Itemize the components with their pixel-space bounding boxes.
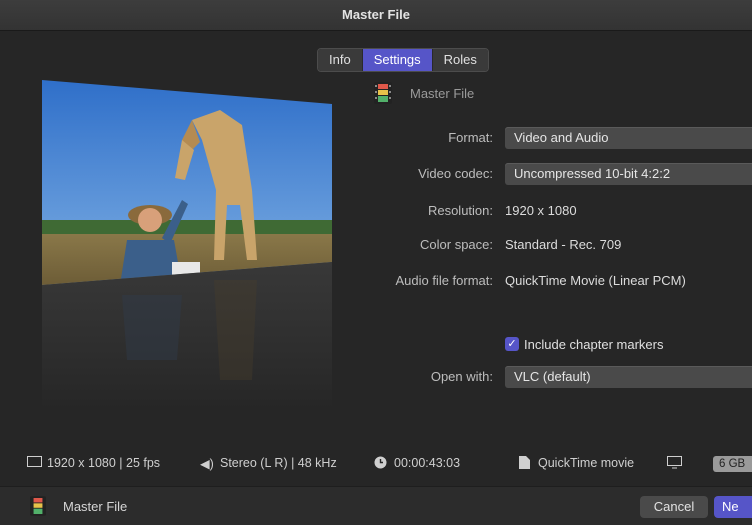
chapter-markers-checkbox[interactable]: ✓ (505, 337, 519, 351)
video-codec-popup[interactable]: Uncompressed 10-bit 4:2:2 (505, 163, 752, 185)
open-with-label: Open with: (430, 369, 493, 384)
chapter-markers-label: Include chapter markers (524, 337, 664, 352)
next-button[interactable]: Ne (714, 496, 752, 518)
video-codec-label: Video codec: (418, 166, 493, 181)
footer-bar: Master File Cancel Ne (0, 486, 752, 525)
preview-thumbnail (42, 80, 332, 410)
tab-info[interactable]: Info (318, 49, 362, 71)
speaker-icon: ◀) (200, 457, 214, 471)
audio-format-label: Audio file format: (395, 273, 493, 288)
format-popup[interactable]: Video and Audio (505, 127, 752, 149)
resolution-label: Resolution: (427, 203, 493, 218)
open-with-popup[interactable]: VLC (default) (505, 366, 752, 388)
preset-header: Master File (374, 82, 474, 104)
film-strip-icon (30, 496, 46, 521)
video-summary: 1920 x 1080 | 25 fps (47, 456, 161, 470)
tab-settings[interactable]: Settings (361, 49, 432, 71)
format-label: Format: (448, 130, 493, 145)
file-size-badge: 6 GB (713, 456, 752, 472)
clock-icon (374, 456, 387, 472)
audio-summary: Stereo (L R) | 48 kHz (220, 456, 337, 470)
color-space-label: Color space: (420, 237, 493, 252)
file-type-summary: QuickTime movie (538, 456, 635, 470)
summary-bar: 1920 x 1080 | 25 fps ◀) Stereo (L R) | 4… (0, 448, 752, 478)
tab-bar: Info Settings Roles (317, 48, 489, 72)
duration-summary: 00:00:43:03 (394, 456, 461, 470)
window-title: Master File (0, 0, 752, 31)
preset-name: Master File (410, 85, 475, 101)
color-space-value: Standard - Rec. 709 (505, 237, 622, 252)
display-icon (667, 456, 682, 472)
screen-icon (27, 456, 42, 471)
document-icon (519, 456, 530, 472)
tab-roles[interactable]: Roles (431, 49, 488, 71)
film-strip-icon (374, 82, 392, 104)
audio-format-value: QuickTime Movie (Linear PCM) (505, 273, 686, 288)
cancel-button[interactable]: Cancel (640, 496, 708, 518)
footer-preset-name: Master File (63, 499, 128, 514)
resolution-value: 1920 x 1080 (505, 203, 577, 218)
